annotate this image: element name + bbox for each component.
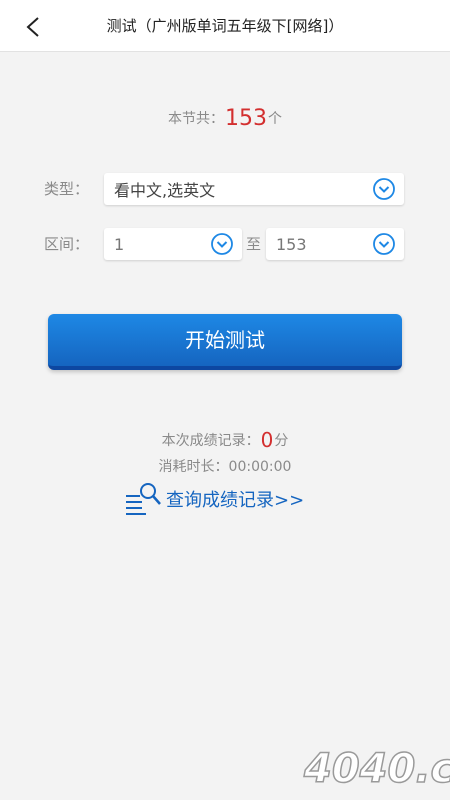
chevron-down-icon (373, 178, 395, 200)
back-button[interactable] (18, 12, 48, 42)
type-label: 类型： (44, 180, 90, 198)
top-bar: 测试（广州版单词五年级下[网络]） (0, 0, 450, 52)
total-count: 153 (225, 106, 267, 131)
search-records-icon (126, 483, 161, 515)
range-label: 区间： (44, 235, 90, 253)
chevron-down-icon (373, 233, 395, 255)
score-unit: 分 (274, 433, 289, 449)
total-count-line: 本节共：153个 (0, 106, 450, 131)
score-record-line: 本次成绩记录：0分 (0, 428, 450, 452)
type-select[interactable]: 看中文,选英文 (104, 173, 404, 205)
range-from-select[interactable]: 1 (104, 228, 242, 260)
total-prefix: 本节共： (168, 111, 224, 127)
range-to-label: 至 (246, 235, 262, 253)
chevron-down-icon (211, 233, 233, 255)
back-arrow-icon (26, 17, 39, 37)
query-score-records-link[interactable]: 查询成绩记录>> (124, 482, 304, 516)
score-prefix: 本次成绩记录： (161, 433, 260, 449)
page-title: 测试（广州版单词五年级下[网络]） (106, 17, 344, 35)
start-test-button[interactable]: 开始测试 (48, 314, 402, 370)
range-from-value: 1 (114, 234, 125, 254)
watermark-text: 4040.com (303, 746, 450, 792)
score-value: 0 (260, 428, 274, 452)
type-selected-value: 看中文,选英文 (114, 181, 216, 200)
range-to-value: 153 (276, 234, 307, 254)
total-unit: 个 (268, 111, 282, 127)
query-link-label: 查询成绩记录>> (166, 490, 305, 511)
elapsed-time: 消耗时长：00:00:00 (158, 459, 292, 475)
site-watermark-logo: 4040.com (302, 745, 450, 793)
range-to-select[interactable]: 153 (266, 228, 404, 260)
